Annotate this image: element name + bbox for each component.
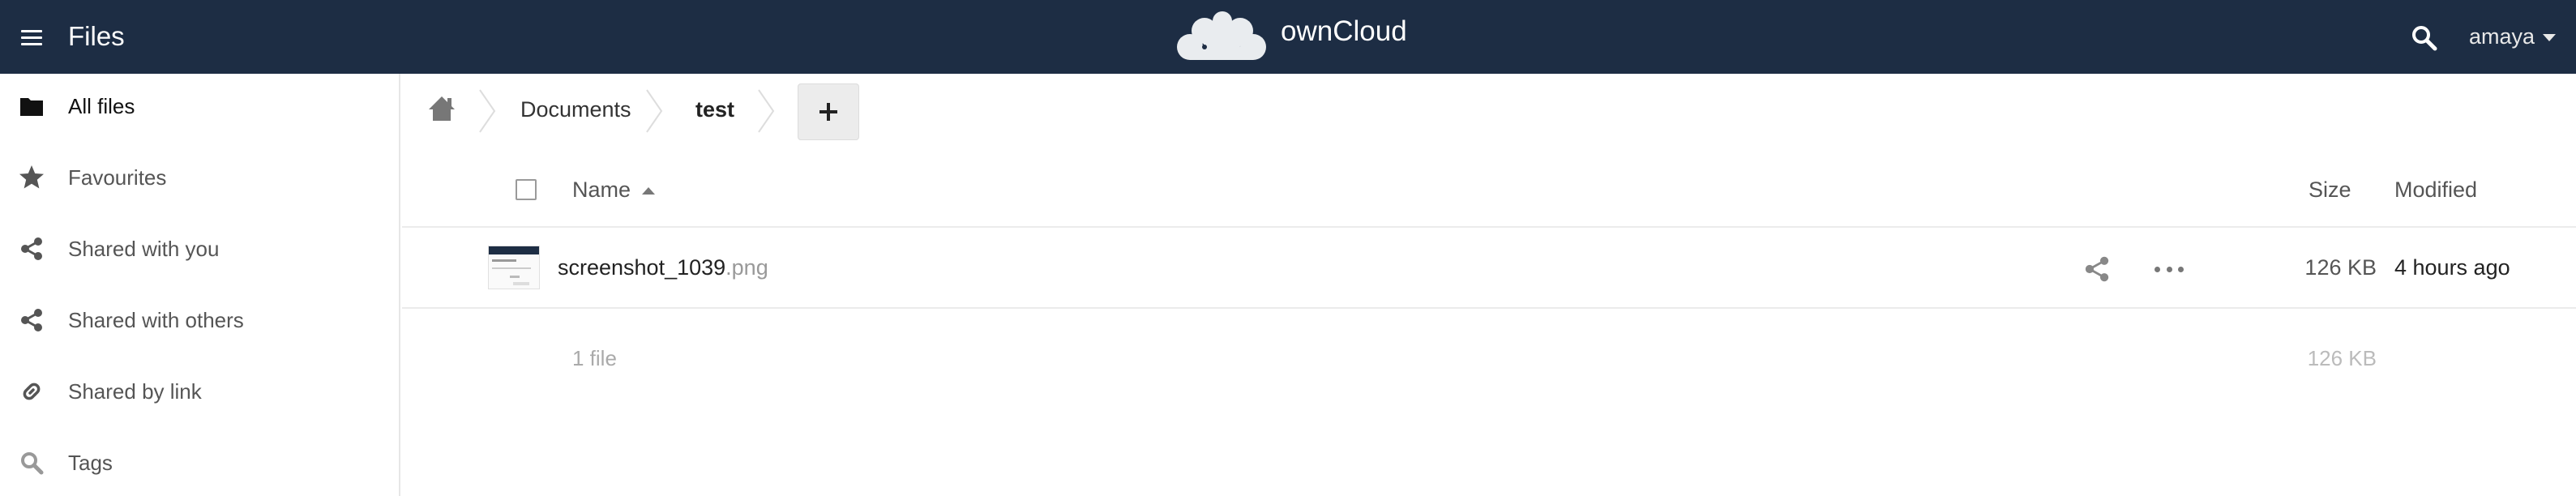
folder-icon — [18, 92, 45, 120]
file-name[interactable]: screenshot_1039.png — [558, 255, 768, 280]
sidebar-item-label: Tags — [68, 450, 113, 475]
top-header: Files ownCloud amaya — [0, 0, 2576, 74]
breadcrumb-documents[interactable]: Documents — [520, 97, 631, 122]
sidebar-item-label: Shared by link — [68, 378, 202, 404]
breadcrumb-separator — [646, 89, 663, 133]
cloud-logo-icon — [1177, 11, 1266, 60]
sidebar-item-shared-by-link[interactable]: Shared by link — [0, 359, 399, 424]
share-icon — [18, 306, 45, 334]
breadcrumb-test[interactable]: test — [695, 97, 734, 122]
column-name-header[interactable]: Name — [572, 177, 656, 203]
breadcrumb-separator — [758, 89, 775, 133]
sidebar-item-label: All files — [68, 93, 135, 118]
sidebar-item-shared-with-others[interactable]: Shared with others — [0, 288, 399, 353]
home-icon[interactable] — [426, 92, 457, 126]
share-icon — [18, 235, 45, 263]
plus-icon — [819, 103, 837, 121]
column-name-label: Name — [572, 177, 631, 202]
sidebar-item-favourites[interactable]: Favourites — [0, 145, 399, 210]
file-modified: 4 hours ago — [2394, 255, 2510, 280]
search-icon — [18, 449, 45, 477]
file-table-header: Name Size Modified — [402, 152, 2576, 228]
caret-down-icon — [2543, 34, 2557, 42]
file-size: 126 KB — [2304, 255, 2377, 280]
sidebar-item-tags[interactable]: Tags — [0, 430, 399, 495]
file-extension: .png — [725, 255, 768, 280]
sidebar: All files Favourites Shared with you Sha… — [0, 74, 400, 496]
table-row[interactable]: screenshot_1039.png 126 KB 4 hours ago — [402, 228, 2576, 309]
breadcrumb-separator — [479, 89, 496, 133]
app-title[interactable]: Files — [68, 21, 125, 52]
user-menu[interactable]: amaya — [2469, 24, 2557, 49]
sidebar-item-label: Favourites — [68, 165, 167, 190]
sidebar-item-label: Shared with others — [68, 307, 244, 332]
more-actions-icon[interactable] — [2155, 255, 2184, 283]
file-thumbnail — [488, 246, 540, 289]
owncloud-logo[interactable]: ownCloud — [1172, 8, 1407, 66]
sidebar-item-label: Shared with you — [68, 236, 220, 261]
summary-file-count: 1 file — [572, 346, 617, 370]
column-size-header[interactable]: Size — [2309, 177, 2351, 203]
hamburger-menu-icon[interactable] — [18, 24, 45, 52]
summary-total-size: 126 KB — [2307, 346, 2377, 370]
share-icon[interactable] — [2083, 255, 2111, 283]
search-icon[interactable] — [2411, 24, 2438, 52]
sidebar-item-all-files[interactable]: All files — [0, 74, 399, 139]
sidebar-item-shared-with-you[interactable]: Shared with you — [0, 216, 399, 281]
link-icon — [18, 378, 45, 405]
brand-name: ownCloud — [1281, 15, 1407, 47]
user-name: amaya — [2469, 24, 2535, 49]
sort-ascending-icon — [642, 187, 656, 195]
column-modified-header[interactable]: Modified — [2394, 177, 2477, 203]
select-all-checkbox[interactable] — [516, 179, 537, 200]
file-basename: screenshot_1039 — [558, 255, 726, 280]
main-content: Documents test Name Size Modified screen… — [402, 74, 2576, 496]
star-icon — [18, 164, 45, 191]
new-file-button[interactable] — [798, 83, 859, 140]
